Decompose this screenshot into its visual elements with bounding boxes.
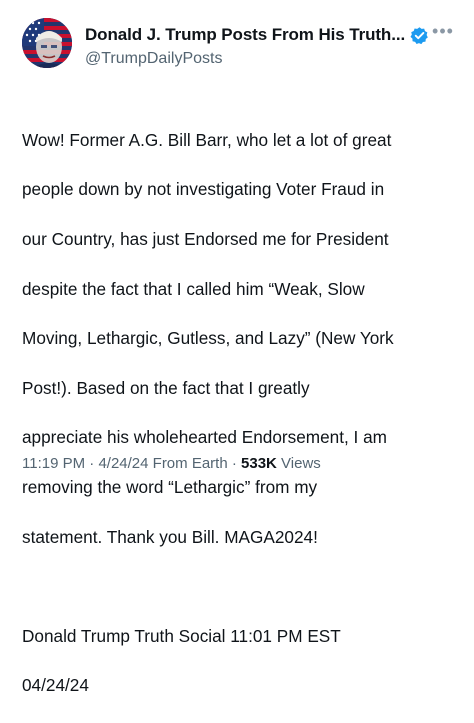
post-text-line: statement. Thank you Bill. MAGA2024! [22, 526, 318, 547]
post-text-line: our Country, has just Endorsed me for Pr… [22, 228, 389, 249]
verified-badge-icon [410, 26, 429, 45]
post-time[interactable]: 11:19 PM [22, 455, 85, 472]
post-date[interactable]: 4/24/24 From Earth [98, 455, 227, 472]
avatar-flag-portrait-icon [22, 18, 72, 68]
post-text-line: 04/24/24 [22, 675, 89, 696]
avatar[interactable] [22, 18, 72, 68]
views-label: Views [281, 455, 321, 472]
post-text-line: Moving, Lethargic, Gutless, and Lazy” (N… [22, 328, 394, 349]
post-text-line: Donald Trump Truth Social 11:01 PM EST [22, 625, 341, 646]
post-text-line: Post!). Based on the fact that I greatly [22, 377, 310, 398]
meta-separator: · [231, 455, 237, 472]
post-text-line: Wow! Former A.G. Bill Barr, who let a lo… [22, 129, 392, 150]
views-count[interactable]: 533K [241, 455, 277, 472]
post-text-line: removing the word “Lethargic” from my [22, 476, 318, 497]
more-options-icon[interactable]: ••• [430, 22, 456, 42]
post-card: Donald J. Trump Posts From His Truth... … [0, 0, 474, 695]
post-text-line: despite the fact that I called him “Weak… [22, 278, 365, 299]
post-text-line [22, 574, 462, 599]
post-text-line: people down by not investigating Voter F… [22, 179, 385, 200]
author-name-row[interactable]: Donald J. Trump Posts From His Truth... [85, 25, 429, 45]
author-handle[interactable]: @TrumpDailyPosts [85, 50, 222, 68]
post-meta: 11:19 PM · 4/24/24 From Earth · 533K Vie… [22, 455, 321, 472]
post-text-line: appreciate his wholehearted Endorsement,… [22, 427, 387, 448]
display-name[interactable]: Donald J. Trump Posts From His Truth... [85, 25, 405, 45]
meta-separator: · [89, 455, 95, 472]
post-text: Wow! Former A.G. Bill Barr, who let a lo… [22, 103, 462, 723]
